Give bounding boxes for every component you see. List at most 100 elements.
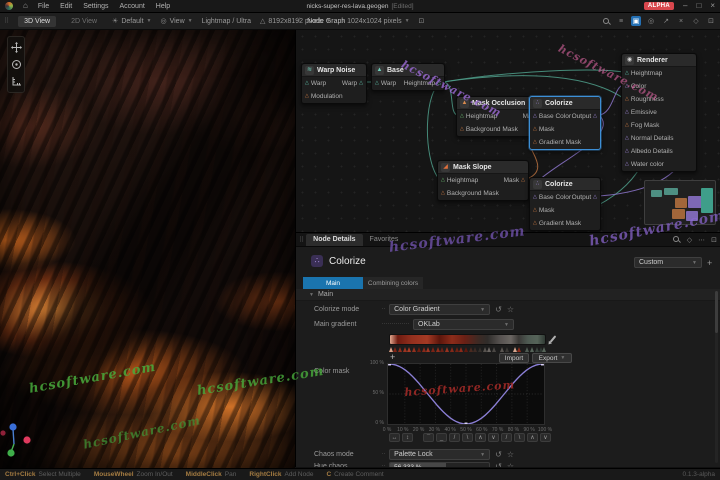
node-base[interactable]: ▲Base△WarpHeightmap△ xyxy=(371,63,445,91)
gradient-stop-handle[interactable] xyxy=(445,347,449,352)
gradient-stop-handle[interactable] xyxy=(517,347,521,352)
color-mask-curve-editor[interactable] xyxy=(387,363,545,425)
input-port-color[interactable]: △Color xyxy=(625,83,646,90)
gradient-stop-handle[interactable] xyxy=(398,347,402,352)
input-port-warp[interactable]: △Warp xyxy=(305,80,326,87)
input-port-modulation[interactable]: △Modulation xyxy=(305,93,343,100)
close-button[interactable]: × xyxy=(710,2,715,10)
gradient-bar[interactable] xyxy=(389,334,546,345)
gradient-stop-handle[interactable] xyxy=(487,347,491,352)
gradient-stop-handle[interactable] xyxy=(450,347,454,352)
view-dropdown[interactable]: ◎ View▼ xyxy=(160,17,192,25)
output-port-output[interactable]: Output△ xyxy=(572,194,597,201)
menu-edit[interactable]: Edit xyxy=(60,3,72,10)
curve-preset-button-10[interactable]: ∧ xyxy=(527,433,538,442)
input-port-heightmap[interactable]: △Heightmap xyxy=(625,70,662,77)
gradient-stop-handle[interactable] xyxy=(542,347,546,352)
reset-icon[interactable]: ↺ xyxy=(495,462,502,467)
node-renderer[interactable]: ◉Renderer△Heightmap△Color△Roughness△Emis… xyxy=(621,53,697,172)
input-port-warp[interactable]: △Warp xyxy=(375,80,396,87)
subtab-main[interactable]: Main xyxy=(303,277,363,289)
main-gradient-dropdown[interactable]: OKLab▼ xyxy=(413,319,514,330)
subtab-combining-colors[interactable]: Combining colors xyxy=(363,277,423,289)
search-icon[interactable] xyxy=(672,235,681,244)
tab-2d-view[interactable]: 2D View xyxy=(65,16,103,27)
gradient-stop-handle[interactable] xyxy=(407,347,411,352)
node-colorize[interactable]: ∴Colorize△Base ColorOutput△△Mask△Gradien… xyxy=(529,177,601,231)
lightmap-quality-label[interactable]: Lightmap / Ultra xyxy=(202,18,251,25)
minimize-button[interactable]: – xyxy=(683,2,687,10)
gradient-stop-handle[interactable] xyxy=(483,347,487,352)
home-icon[interactable]: ⌂ xyxy=(23,2,28,10)
viewport-3d[interactable] xyxy=(0,30,295,468)
layers-icon[interactable]: ≡ xyxy=(616,16,626,26)
input-port-base-color[interactable]: △Base Color xyxy=(533,113,571,120)
curve-preset-button-1[interactable]: ↕ xyxy=(402,433,413,442)
restore-button[interactable]: □ xyxy=(696,2,701,10)
curve-preset-button-7[interactable]: ∨ xyxy=(488,433,499,442)
view-options-icon[interactable]: ◎ xyxy=(646,16,656,26)
menu-settings[interactable]: Settings xyxy=(83,3,108,10)
input-port-fog-mask[interactable]: △Fog Mask xyxy=(625,122,659,129)
favorite-star-icon[interactable]: ☆ xyxy=(507,450,514,459)
gradient-stop-handle[interactable] xyxy=(478,347,482,352)
node-mask-slope[interactable]: ◢Mask Slope△HeightmapMask△△Background Ma… xyxy=(437,160,529,201)
curve-preset-button-5[interactable]: \ xyxy=(462,433,473,442)
input-port-gradient-mask[interactable]: △Gradient Mask xyxy=(533,139,581,146)
drag-handle-icon[interactable]: ⠿ xyxy=(4,17,9,25)
preset-dropdown[interactable]: Custom▼ xyxy=(634,257,702,268)
gradient-stop-handle[interactable] xyxy=(403,347,407,352)
add-preset-button[interactable]: + xyxy=(707,258,712,268)
minimap[interactable] xyxy=(644,180,716,225)
import-button[interactable]: Import xyxy=(499,353,529,363)
orbit-icon[interactable] xyxy=(11,59,22,70)
default-dropdown[interactable]: ☀ Default▼ xyxy=(112,17,151,25)
gradient-stop-handle[interactable] xyxy=(492,347,496,352)
gradient-stop-handle[interactable] xyxy=(500,347,504,352)
expand-icon[interactable]: ⊡ xyxy=(711,236,717,244)
gradient-stops[interactable] xyxy=(389,347,546,352)
fit-view-icon[interactable]: ⊡ xyxy=(706,16,716,26)
gradient-stop-handle[interactable] xyxy=(440,347,444,352)
preview-resolution-dropdown[interactable]: ○ 1024x1024 pixels▼ xyxy=(340,18,410,25)
pin-icon[interactable]: ◇ xyxy=(687,236,692,244)
gradient-stop-handle[interactable] xyxy=(473,347,477,352)
input-port-heightmap[interactable]: △Heightmap xyxy=(441,177,478,184)
gradient-stop-handle[interactable] xyxy=(412,347,416,352)
axis-gizmo[interactable] xyxy=(0,418,36,460)
input-port-water-color[interactable]: △Water color xyxy=(625,161,664,168)
menu-file[interactable]: File xyxy=(38,3,49,10)
hue-chaos-slider[interactable]: 56.333 % xyxy=(389,462,490,468)
output-port-heightmap[interactable]: Heightmap△ xyxy=(404,80,441,87)
gradient-stop-handle[interactable] xyxy=(455,347,459,352)
add-gradient-stop-button[interactable]: + xyxy=(390,352,395,362)
details-scrollbar[interactable] xyxy=(715,291,718,463)
target-icon[interactable]: ◇ xyxy=(691,16,701,26)
curve-preset-button-4[interactable]: / xyxy=(449,433,460,442)
gradient-stop-handle[interactable] xyxy=(459,347,463,352)
gradient-stop-handle[interactable] xyxy=(426,347,430,352)
section-header-main[interactable]: ▼ Main xyxy=(296,289,720,301)
export-icon[interactable]: ↗ xyxy=(661,16,671,26)
menu-help[interactable]: Help xyxy=(156,3,170,10)
move-icon[interactable] xyxy=(11,42,22,53)
gradient-stop-handle[interactable] xyxy=(436,347,440,352)
drag-handle-icon[interactable]: ⠿ xyxy=(296,17,301,25)
chaos-mode-dropdown[interactable]: Palette Lock▼ xyxy=(389,449,490,460)
input-port-roughness[interactable]: △Roughness xyxy=(625,96,664,103)
curve-preset-button-6[interactable]: ∧ xyxy=(475,433,486,442)
more-icon[interactable]: ⋯ xyxy=(698,236,705,244)
gradient-stop-handle[interactable] xyxy=(431,347,435,352)
gradient-stop-handle[interactable] xyxy=(525,347,529,352)
edit-gradient-pen-icon[interactable] xyxy=(550,335,557,342)
curve-preset-button-0[interactable]: ↔ xyxy=(389,433,400,442)
search-icon[interactable] xyxy=(602,17,611,26)
favorite-star-icon[interactable]: ☆ xyxy=(507,305,514,314)
input-port-mask[interactable]: △Mask xyxy=(533,207,554,214)
favorite-star-icon[interactable]: ☆ xyxy=(507,462,514,467)
menu-account[interactable]: Account xyxy=(119,3,144,10)
gradient-stop-handle[interactable] xyxy=(417,347,421,352)
input-port-background-mask[interactable]: △Background Mask xyxy=(441,190,499,197)
curve-preset-button-3[interactable]: _ xyxy=(436,433,447,442)
gradient-stop-handle[interactable] xyxy=(535,347,539,352)
